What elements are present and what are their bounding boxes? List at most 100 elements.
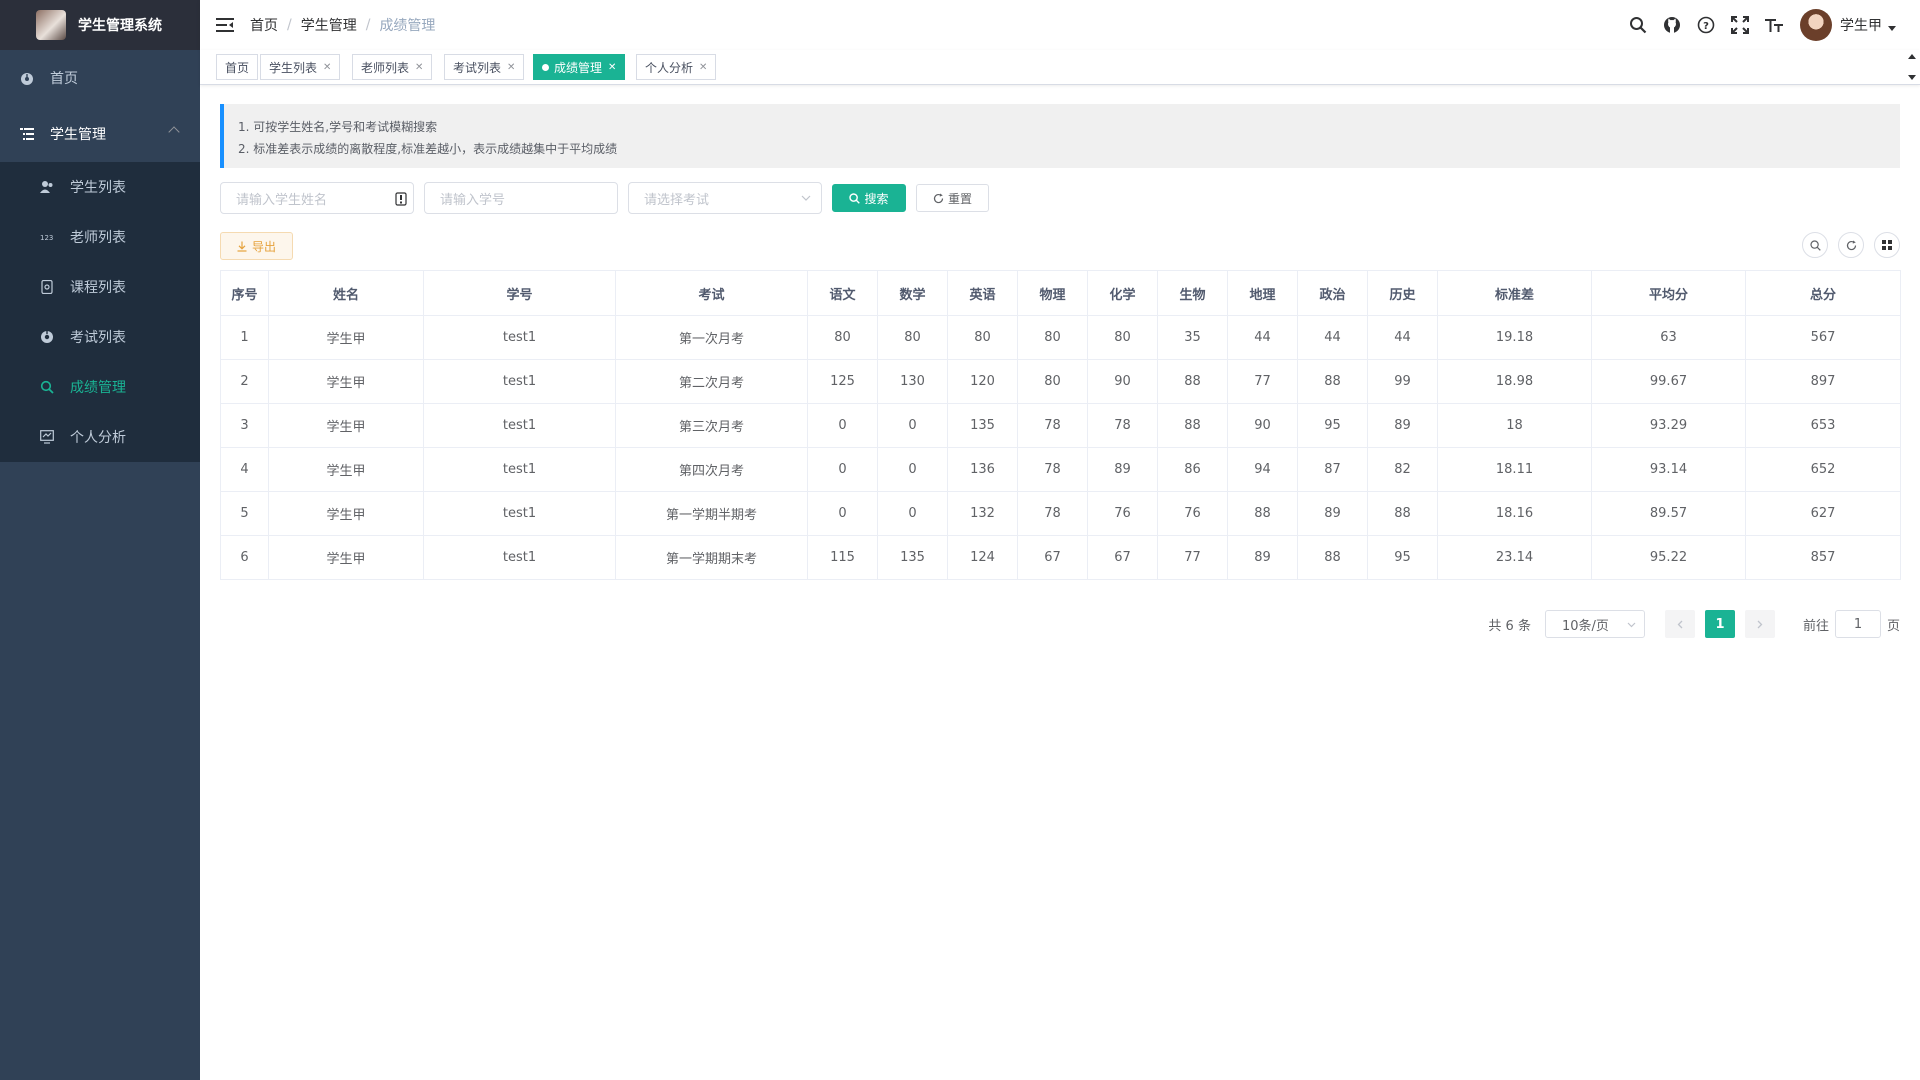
tag-score-management[interactable]: 成绩管理 ✕ (533, 54, 626, 80)
hamburger-icon[interactable] (216, 16, 234, 34)
table-row[interactable]: 4 学生甲 test1 第四次月考 0 0 136 78 89 86 94 87 82 18.11 93.1… (220, 447, 1901, 492)
phone-icon (40, 280, 54, 294)
scroll-down-icon[interactable] (1908, 75, 1916, 80)
logo[interactable]: 学生管理系统 (0, 0, 200, 50)
table-cell: 77 (1157, 535, 1228, 580)
tag-teacher-list[interactable]: 老师列表 ✕ (352, 54, 433, 80)
table-cell: 学生甲 (268, 491, 424, 536)
next-page-button[interactable] (1744, 610, 1775, 638)
column-header[interactable]: 英语 (947, 270, 1018, 316)
close-icon[interactable]: ✕ (507, 62, 515, 73)
student-id-input[interactable]: 请输入学号 (424, 182, 618, 214)
close-icon[interactable]: ✕ (323, 62, 331, 73)
table-cell: 80 (877, 315, 948, 360)
goto-page-input[interactable]: 1 (1834, 610, 1881, 638)
github-icon[interactable] (1662, 15, 1682, 35)
page-size-select[interactable]: 10条/页 (1544, 610, 1645, 638)
sidebar-item-label: 首页 (50, 71, 78, 87)
user-name[interactable]: 学生甲 (1840, 15, 1882, 35)
toggle-search-button[interactable] (1802, 232, 1828, 258)
table-cell: test1 (423, 447, 616, 492)
column-header[interactable]: 姓名 (268, 270, 424, 316)
table-row[interactable]: 5 学生甲 test1 第一学期半期考 0 0 132 78 76 76 88 89 88 18.16 89… (220, 491, 1901, 536)
column-header[interactable]: 总分 (1745, 270, 1901, 316)
column-header[interactable]: 学号 (423, 270, 616, 316)
column-header[interactable]: 历史 (1367, 270, 1438, 316)
table-cell: 88 (1157, 359, 1228, 404)
table-cell: 44 (1367, 315, 1438, 360)
breadcrumb-separator: / (287, 17, 292, 33)
sidebar-item-teacher-list[interactable]: 123 老师列表 (0, 212, 200, 262)
scroll-up-icon[interactable] (1908, 54, 1916, 59)
tag-label: 个人分析 (645, 60, 694, 75)
table-row[interactable]: 6 学生甲 test1 第一学期期末考 115 135 124 67 67 77 89 88 95 23.… (220, 535, 1901, 580)
breadcrumb: 首页 / 学生管理 / 成绩管理 (250, 15, 435, 35)
column-header[interactable]: 政治 (1297, 270, 1368, 316)
tag-exam-list[interactable]: 考试列表 ✕ (444, 54, 525, 80)
table-cell: 94 (1227, 447, 1298, 492)
column-header[interactable]: 语文 (807, 270, 878, 316)
dashboard-icon (20, 71, 34, 85)
column-header[interactable]: 平均分 (1591, 270, 1746, 316)
column-header[interactable]: 序号 (220, 270, 269, 316)
caret-down-icon[interactable] (1888, 25, 1896, 31)
table-cell: 5 (220, 491, 269, 536)
tag-student-list[interactable]: 学生列表 ✕ (260, 54, 341, 80)
student-name-input[interactable]: 请输入学生姓名 (220, 182, 414, 214)
table-cell: 95 (1367, 535, 1438, 580)
table-cell: 567 (1745, 315, 1901, 360)
sidebar-group-student-management[interactable]: 学生管理 (0, 106, 200, 162)
tag-home[interactable]: 首页 (216, 54, 259, 80)
columns-button[interactable] (1874, 232, 1900, 258)
refresh-icon (1846, 240, 1856, 250)
breadcrumb-home[interactable]: 首页 (250, 15, 278, 35)
table-cell: 95 (1297, 403, 1368, 448)
refresh-button[interactable] (1838, 232, 1864, 258)
search-button[interactable]: 搜索 (832, 184, 906, 212)
fullscreen-icon[interactable] (1730, 15, 1750, 35)
question-icon[interactable]: ? (1696, 15, 1716, 35)
search-icon[interactable] (1628, 15, 1648, 35)
font-size-icon[interactable] (1764, 15, 1784, 35)
app-title: 学生管理系统 (78, 18, 162, 34)
table-cell: 77 (1227, 359, 1298, 404)
table-cell: 67 (1017, 535, 1088, 580)
close-icon[interactable]: ✕ (608, 62, 616, 73)
page-number-current[interactable]: 1 (1704, 610, 1735, 638)
table-cell: 93.14 (1591, 447, 1746, 492)
column-header[interactable]: 生物 (1157, 270, 1228, 316)
column-header[interactable]: 标准差 (1437, 270, 1592, 316)
right-toolbar (1792, 232, 1900, 258)
refresh-icon (933, 193, 944, 203)
column-header[interactable]: 物理 (1017, 270, 1088, 316)
export-button[interactable]: 导出 (220, 232, 293, 260)
sidebar-item-personal-analysis[interactable]: 个人分析 (0, 412, 200, 462)
breadcrumb-parent[interactable]: 学生管理 (301, 15, 357, 35)
column-header[interactable]: 地理 (1227, 270, 1298, 316)
table-row[interactable]: 3 学生甲 test1 第三次月考 0 0 135 78 78 88 90 95 89 18 93.29 65… (220, 403, 1901, 448)
close-icon[interactable]: ✕ (415, 62, 423, 73)
chevron-down-icon (801, 195, 811, 201)
sidebar-item-exam-list[interactable]: 考试列表 (0, 312, 200, 362)
tag-personal-analysis[interactable]: 个人分析 ✕ (636, 54, 717, 80)
table-cell: 0 (877, 447, 948, 492)
tag-label: 首页 (225, 60, 250, 75)
column-header[interactable]: 数学 (877, 270, 948, 316)
sidebar-item-course-list[interactable]: 课程列表 (0, 262, 200, 312)
active-dot-icon (542, 63, 549, 71)
tags-scrollbar[interactable] (1908, 54, 1916, 80)
sidebar-item-score-management[interactable]: 成绩管理 (0, 362, 200, 412)
sidebar-item-home[interactable]: 首页 (0, 50, 200, 106)
reset-button[interactable]: 重置 (916, 184, 989, 212)
svg-text:?: ? (1703, 21, 1709, 32)
sidebar-item-student-list[interactable]: 学生列表 (0, 162, 200, 212)
table-row[interactable]: 1 学生甲 test1 第一次月考 80 80 80 80 80 35 44 44 44 19.18 63 5… (220, 315, 1901, 360)
table-row[interactable]: 2 学生甲 test1 第二次月考 125 130 120 80 90 88 77 88 99 18.98… (220, 359, 1901, 404)
column-header[interactable]: 考试 (615, 270, 808, 316)
table-cell: test1 (423, 403, 616, 448)
close-icon[interactable]: ✕ (699, 62, 707, 73)
exam-select[interactable]: 请选择考试 (628, 182, 822, 214)
column-header[interactable]: 化学 (1087, 270, 1158, 316)
prev-page-button[interactable] (1664, 610, 1695, 638)
user-avatar[interactable] (1800, 9, 1832, 41)
